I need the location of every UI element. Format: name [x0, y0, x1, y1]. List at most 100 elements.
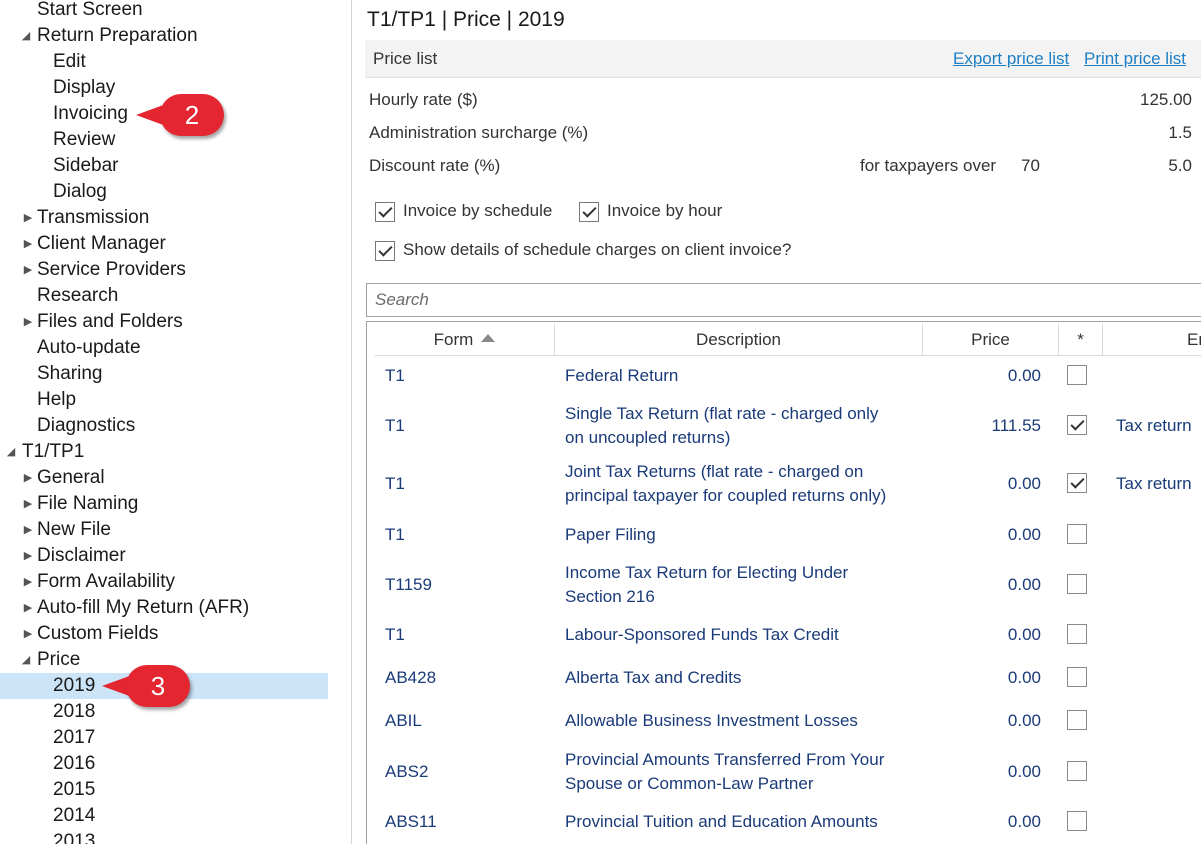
tree-item-edit[interactable]: Edit — [0, 49, 328, 75]
show-details-label: Show details of schedule charges on clie… — [403, 240, 792, 259]
annotation-callout-3: 3 — [102, 665, 190, 707]
invoice-by-hour-checkbox[interactable] — [579, 202, 599, 222]
table-row[interactable]: T1 Federal Return 0.00 — [367, 362, 1201, 390]
collapsed-arrow-icon[interactable]: ▶ — [21, 491, 35, 517]
collapsed-arrow-icon[interactable]: ▶ — [21, 465, 35, 491]
include-checkbox[interactable] — [1067, 811, 1087, 831]
include-checkbox[interactable] — [1067, 524, 1087, 544]
price-cell[interactable]: 0.00 — [927, 573, 1041, 597]
tree-item-t1-tp1[interactable]: ◢ T1/TP1 — [0, 439, 328, 465]
table-row[interactable]: ABS11 Provincial Tuition and Education A… — [367, 809, 1201, 837]
tree-item-label: 2013 — [53, 831, 96, 844]
column-header-description[interactable]: Description — [555, 324, 923, 356]
tree-item-2013[interactable]: 2013 — [0, 829, 328, 844]
collapsed-arrow-icon[interactable]: ▶ — [21, 205, 35, 231]
discount-age-field[interactable]: 70 — [1021, 156, 1040, 176]
tree-item-auto-fill[interactable]: ▶ Auto-fill My Return (AFR) — [0, 595, 328, 621]
collapsed-arrow-icon[interactable]: ▶ — [21, 257, 35, 283]
price-cell[interactable]: 0.00 — [927, 623, 1041, 647]
price-cell[interactable]: 0.00 — [927, 364, 1041, 388]
collapsed-arrow-icon[interactable]: ▶ — [21, 309, 35, 335]
tree-item-disclaimer[interactable]: ▶ Disclaimer — [0, 543, 328, 569]
tree-item-label: Client Manager — [37, 233, 166, 254]
tree-item-2016[interactable]: 2016 — [0, 751, 328, 777]
tree-item-transmission[interactable]: ▶ Transmission — [0, 205, 328, 231]
search-input[interactable] — [375, 289, 1175, 311]
tree-item-label: Display — [53, 77, 116, 98]
tree-item-new-file[interactable]: ▶ New File — [0, 517, 328, 543]
tree-item-sharing[interactable]: Sharing — [0, 361, 328, 387]
column-header-star[interactable]: * — [1059, 324, 1103, 356]
table-row[interactable]: ABS2 Provincial Amounts Transferred From… — [367, 747, 1201, 797]
price-cell[interactable]: 0.00 — [927, 472, 1041, 496]
include-checkbox[interactable] — [1067, 415, 1087, 435]
discount-rate-field[interactable]: 5.0 — [1168, 156, 1192, 176]
table-header: Form Description Price * En — [375, 324, 1201, 356]
table-row[interactable]: ABIL Allowable Business Investment Losse… — [367, 708, 1201, 736]
tree-item-label: Help — [37, 389, 77, 410]
table-row[interactable]: T1159 Income Tax Return for Electing Und… — [367, 560, 1201, 610]
table-row[interactable]: T1 Single Tax Return (flat rate - charge… — [367, 401, 1201, 451]
tree-item-2017[interactable]: 2017 — [0, 725, 328, 751]
tree-item-form-availability[interactable]: ▶ Form Availability — [0, 569, 328, 595]
tree-item-sidebar[interactable]: Sidebar — [0, 153, 328, 179]
tree-item-auto-update[interactable]: Auto-update — [0, 335, 328, 361]
collapsed-arrow-icon[interactable]: ▶ — [21, 569, 35, 595]
tree-item-service-providers[interactable]: ▶ Service Providers — [0, 257, 328, 283]
include-checkbox[interactable] — [1067, 365, 1087, 385]
collapsed-arrow-icon[interactable]: ▶ — [21, 231, 35, 257]
form-cell: ABS2 — [385, 762, 429, 781]
en-cell: Tax return — [1116, 474, 1192, 493]
tree-item-start-screen[interactable]: Start Screen — [0, 0, 328, 23]
include-checkbox[interactable] — [1067, 667, 1087, 687]
table-row[interactable]: T1 Joint Tax Returns (flat rate - charge… — [367, 459, 1201, 509]
description-cell-line2: Section 216 — [565, 587, 655, 606]
include-checkbox[interactable] — [1067, 710, 1087, 730]
table-row[interactable]: T1 Labour-Sponsored Funds Tax Credit 0.0… — [367, 622, 1201, 650]
column-header-en[interactable]: En — [1103, 324, 1201, 356]
collapsed-arrow-icon[interactable]: ▶ — [21, 595, 35, 621]
search-box[interactable] — [366, 283, 1201, 317]
tree-item-2015[interactable]: 2015 — [0, 777, 328, 803]
collapsed-arrow-icon[interactable]: ▶ — [21, 517, 35, 543]
hourly-rate-field[interactable]: 125.00 — [1140, 90, 1192, 110]
tree-item-diagnostics[interactable]: Diagnostics — [0, 413, 328, 439]
column-header-form[interactable]: Form — [375, 324, 555, 356]
include-checkbox[interactable] — [1067, 574, 1087, 594]
collapsed-arrow-icon[interactable]: ▶ — [21, 543, 35, 569]
include-checkbox[interactable] — [1067, 473, 1087, 493]
price-cell[interactable]: 111.55 — [927, 414, 1041, 438]
description-cell-line2: on uncoupled returns) — [565, 428, 731, 447]
tree-item-file-naming[interactable]: ▶ File Naming — [0, 491, 328, 517]
admin-surcharge-field[interactable]: 1.5 — [1168, 123, 1192, 143]
show-details-checkbox[interactable] — [375, 241, 395, 261]
tree-item-return-preparation[interactable]: ◢ Return Preparation — [0, 23, 328, 49]
price-cell[interactable]: 0.00 — [927, 523, 1041, 547]
expanded-arrow-icon[interactable]: ◢ — [19, 23, 33, 49]
table-row[interactable]: T1 Paper Filing 0.00 — [367, 521, 1201, 549]
include-checkbox[interactable] — [1067, 761, 1087, 781]
tree-item-client-manager[interactable]: ▶ Client Manager — [0, 231, 328, 257]
print-price-list-link[interactable]: Print price list — [1084, 49, 1186, 69]
tree-item-dialog[interactable]: Dialog — [0, 179, 328, 205]
form-cell: T1 — [385, 416, 405, 435]
expanded-arrow-icon[interactable]: ◢ — [19, 647, 33, 673]
export-price-list-link[interactable]: Export price list — [953, 49, 1069, 69]
tree-item-2014[interactable]: 2014 — [0, 803, 328, 829]
hourly-rate-row: Hourly rate ($) 125.00 — [369, 90, 1192, 114]
column-header-price[interactable]: Price — [923, 324, 1059, 356]
tree-item-help[interactable]: Help — [0, 387, 328, 413]
price-cell[interactable]: 0.00 — [927, 666, 1041, 690]
tree-item-general[interactable]: ▶ General — [0, 465, 328, 491]
price-cell[interactable]: 0.00 — [927, 709, 1041, 733]
include-checkbox[interactable] — [1067, 624, 1087, 644]
price-cell[interactable]: 0.00 — [927, 810, 1041, 834]
invoice-by-schedule-checkbox[interactable] — [375, 202, 395, 222]
tree-item-custom-fields[interactable]: ▶ Custom Fields — [0, 621, 328, 647]
price-cell[interactable]: 0.00 — [927, 760, 1041, 784]
collapsed-arrow-icon[interactable]: ▶ — [21, 621, 35, 647]
expanded-arrow-icon[interactable]: ◢ — [4, 439, 18, 465]
tree-item-research[interactable]: Research — [0, 283, 328, 309]
table-row[interactable]: AB428 Alberta Tax and Credits 0.00 — [367, 665, 1201, 693]
tree-item-files-and-folders[interactable]: ▶ Files and Folders — [0, 309, 328, 335]
